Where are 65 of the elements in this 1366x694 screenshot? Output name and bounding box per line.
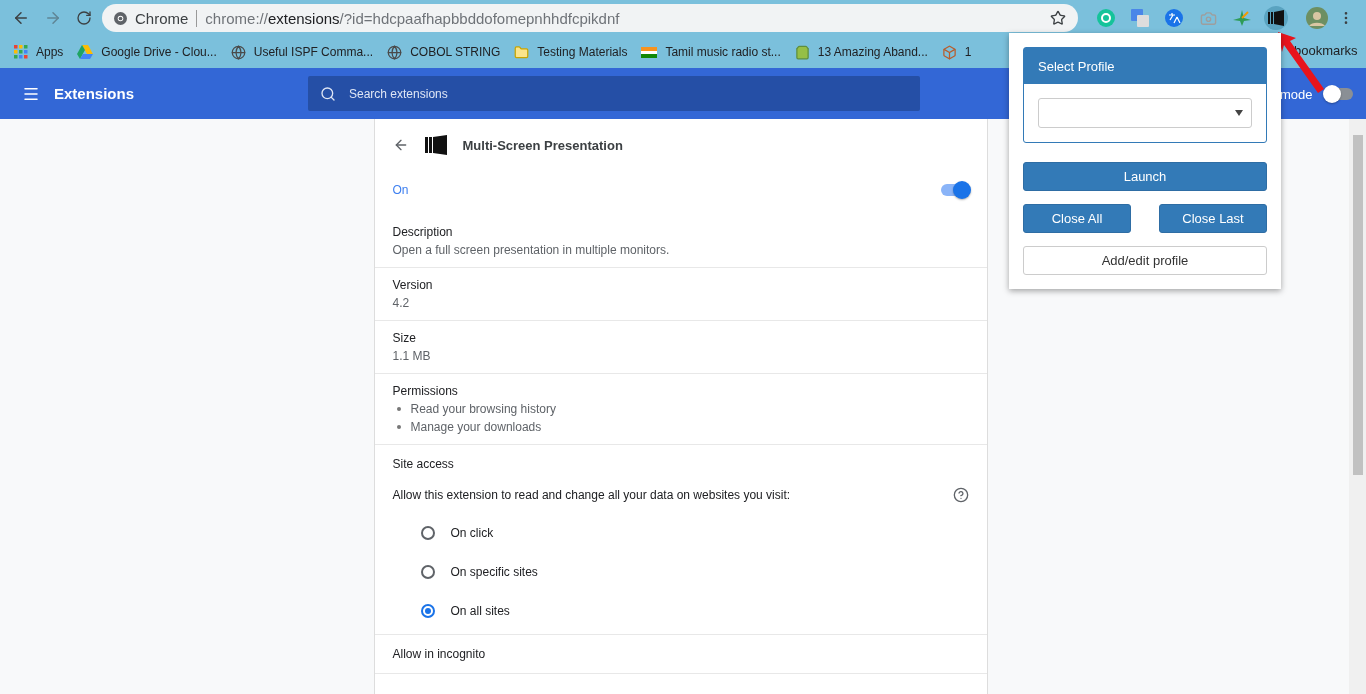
radio-button[interactable] [420,564,435,579]
section-value: 1.1 MB [392,349,432,363]
bookmark-link[interactable]: Tamil music radio st... [665,45,781,59]
section-title: Site access [392,457,455,471]
site-label: Chrome [135,9,198,27]
bookmark-link[interactable]: 13 Amazing Aband... [817,45,928,59]
section-title: Allow in incognito [392,647,487,661]
star-burst-icon[interactable] [1233,9,1251,27]
site-access-prompt: Allow this extension to read and change all your data on websites you visit: [392,488,791,502]
developer-mode-toggle[interactable] [1325,88,1353,100]
section-title: Size [392,331,417,345]
permission-item: Manage your downloads [410,420,542,434]
globe-icon [387,44,403,60]
url-text: chrome://extensions/?id=hdcpaafhapbbddofomepnhhdfcpikdnf [205,9,621,27]
screens-icon [424,135,447,155]
search-icon [320,86,336,102]
launch-button[interactable]: Launch [1023,162,1267,191]
bookmark-star-icon[interactable] [1050,10,1066,26]
bookmark-link[interactable]: Useful ISPF Comma... [253,45,374,59]
apps-grid-icon [14,45,28,59]
extension-name: Multi-Screen Presentation [462,137,623,153]
help-icon[interactable] [952,487,969,503]
bullet-icon [396,425,401,429]
bookmark-link[interactable]: Testing Materials [537,45,628,59]
radio-label[interactable]: On specific sites [450,564,538,579]
other-bookmarks-link[interactable]: bookmarks [1294,43,1358,58]
add-edit-profile-button[interactable]: Add/edit profile [1023,246,1267,275]
bookmark-link[interactable]: COBOL STRING [410,45,501,59]
radio-button[interactable] [420,603,435,618]
flag-icon [641,46,658,58]
bullet-icon [396,407,401,411]
enable-toggle[interactable] [940,184,969,196]
section-title: Description [392,225,454,239]
section-value: Open a full screen presentation in multiple monitors. [392,243,671,257]
back-icon[interactable] [12,9,30,27]
cube-icon [941,44,957,60]
close-last-button[interactable]: Close Last [1159,204,1267,233]
screens-icon[interactable] [1268,10,1284,26]
section-value: 4.2 [392,296,411,310]
developer-mode-label: mode [1280,87,1313,102]
translate-icon[interactable] [1165,9,1183,27]
permission-item: Read your browsing history [410,402,556,416]
scrollbar[interactable] [1349,119,1366,694]
bookmark-link[interactable]: 1 [964,45,972,59]
panel-title: Select Profile [1024,48,1266,84]
close-all-button[interactable]: Close All [1023,204,1131,233]
folder-icon [514,44,530,60]
section-title: Version [392,278,434,292]
page-title: Extensions [54,85,136,102]
globe-icon [230,44,246,60]
radio-button[interactable] [420,525,435,540]
reload-icon[interactable] [76,10,92,26]
chrome-logo-icon [114,11,127,25]
dropdown-caret-icon [1235,110,1243,116]
bookmark-link[interactable]: Apps [36,45,64,59]
bookmark-link[interactable]: Google Drive - Clou... [101,45,217,59]
drive-triangle-icon [77,45,94,59]
radio-label[interactable]: On all sites [450,603,510,618]
radio-label[interactable]: On click [450,525,494,540]
status-label: On [392,183,409,197]
section-title: Permissions [392,384,459,398]
translate-icon[interactable] [1131,9,1149,27]
address-bar[interactable]: Chrome chrome://extensions/?id=hdcpaafhapbbddofomepnhhdfcpikdnf [102,4,1078,32]
search-field[interactable]: Search extensions [308,76,920,111]
shopping-bag-icon [794,44,810,60]
